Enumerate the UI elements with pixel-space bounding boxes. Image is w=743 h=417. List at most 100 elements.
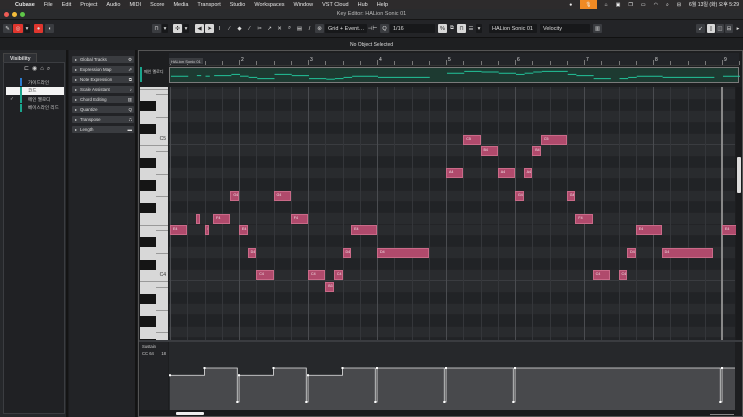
sustain-point[interactable] bbox=[445, 367, 447, 369]
inspector-section[interactable]: Scale Assistant ♪ bbox=[72, 86, 134, 93]
drum-tool-icon[interactable]: / bbox=[305, 24, 314, 33]
menu-app-cubase[interactable]: Cubase bbox=[15, 2, 35, 8]
sustain-point[interactable] bbox=[374, 401, 377, 403]
range-tool-icon[interactable]: I bbox=[215, 24, 224, 33]
sustain-point[interactable] bbox=[203, 367, 206, 369]
sustain-point[interactable] bbox=[236, 401, 239, 403]
chevron-down-icon[interactable]: ▾ bbox=[24, 24, 30, 33]
inspector-section[interactable]: Quantize Q bbox=[72, 106, 134, 113]
black-key[interactable] bbox=[140, 202, 156, 214]
visibility-track-item[interactable]: 코드 bbox=[6, 86, 64, 95]
menu-item[interactable]: Workspaces bbox=[254, 2, 284, 8]
erase-tool-icon[interactable]: ◆ bbox=[235, 24, 244, 33]
sustain-point[interactable] bbox=[514, 367, 516, 369]
midi-note[interactable]: A4 bbox=[523, 168, 533, 179]
midi-note[interactable]: A4 bbox=[446, 168, 464, 179]
chevron-down-icon[interactable]: ▾ bbox=[162, 24, 168, 33]
inspector-section[interactable]: Global Tracks ⚙ bbox=[72, 56, 134, 63]
display-icon[interactable]: ▣ bbox=[616, 2, 621, 8]
chevron-down-icon[interactable]: ▾ bbox=[183, 24, 189, 33]
sustain-point[interactable] bbox=[307, 374, 309, 377]
snap-icon[interactable]: ⊛ bbox=[315, 24, 324, 33]
menu-item[interactable]: VST Cloud bbox=[322, 2, 349, 8]
mute-tool-icon[interactable]: ✕ bbox=[275, 24, 284, 33]
sustain-point[interactable] bbox=[341, 367, 344, 369]
controller-select[interactable]: Velocity bbox=[540, 24, 590, 33]
horizontal-scrollbar[interactable] bbox=[139, 410, 742, 416]
note-grid[interactable]: E4F4E4F4G4E4D4C4G4F4C4B3C4D4E4D4A4C5B4A4… bbox=[169, 87, 741, 350]
midi-note[interactable]: E4 bbox=[239, 225, 248, 236]
menu-item[interactable]: Hub bbox=[358, 2, 368, 8]
grid-type-select[interactable]: Grid + Event… bbox=[325, 24, 367, 33]
record-button[interactable]: ● bbox=[34, 24, 43, 33]
clock[interactable]: 6월 13일 (화) 오후 5:29 bbox=[689, 1, 739, 8]
piano-keyboard[interactable]: C5 C4 bbox=[140, 87, 168, 340]
visibility-track-item[interactable]: 가이드라인 bbox=[6, 78, 64, 86]
midi-note[interactable]: D4 bbox=[342, 247, 352, 258]
lock-icon[interactable]: ⊓ bbox=[152, 24, 161, 33]
midi-note[interactable]: B4 bbox=[480, 145, 498, 156]
pointer-tool-icon[interactable]: ➤ bbox=[205, 24, 214, 33]
menu-item[interactable]: Project bbox=[80, 2, 97, 8]
visibility-track-item[interactable]: ✓ 메인 멜로디 bbox=[6, 95, 64, 103]
show-left-zone-icon[interactable]: ▯ bbox=[707, 24, 715, 33]
midi-note[interactable]: C4 bbox=[333, 270, 343, 281]
quantize-icon[interactable]: Q bbox=[380, 24, 389, 33]
track-select[interactable]: HALion Sonic 01 bbox=[489, 24, 537, 33]
midi-note[interactable]: A4 bbox=[497, 168, 515, 179]
sustain-point[interactable] bbox=[376, 367, 378, 369]
battery-icon[interactable]: ▭ bbox=[641, 2, 646, 8]
menu-item[interactable]: Audio bbox=[106, 2, 120, 8]
sustain-point[interactable] bbox=[305, 401, 308, 403]
ruler[interactable]: 2 3 4 5 6 7 8 9 bbox=[169, 53, 741, 66]
chevron-down-icon[interactable]: ▾ bbox=[476, 24, 482, 33]
part-overview[interactable] bbox=[169, 67, 741, 83]
setup-icon[interactable]: ▸ bbox=[734, 24, 742, 33]
collapse-icon[interactable]: ↙ bbox=[696, 24, 705, 33]
midi-note[interactable]: D4 bbox=[377, 247, 429, 258]
midi-note[interactable]: B4 bbox=[532, 145, 541, 156]
sustain-point[interactable] bbox=[443, 401, 446, 403]
airplay-icon[interactable]: ⌂ bbox=[605, 2, 608, 8]
autoscroll-icon[interactable]: ✣ bbox=[173, 24, 182, 33]
midi-note[interactable]: D4 bbox=[661, 247, 714, 258]
show-inspector-icon[interactable]: ◫ bbox=[716, 24, 724, 33]
iterative-icon[interactable]: ⊣⊢ bbox=[368, 24, 378, 33]
control-center-icon[interactable]: ⊟ bbox=[677, 2, 681, 8]
wifi-icon[interactable]: ◠ bbox=[654, 2, 658, 8]
sustain-point[interactable] bbox=[512, 401, 515, 403]
sustain-point[interactable] bbox=[719, 401, 722, 403]
midi-note[interactable]: E4 bbox=[351, 225, 377, 236]
playhead[interactable] bbox=[721, 87, 723, 340]
black-key[interactable] bbox=[140, 157, 156, 168]
midi-note[interactable]: C5 bbox=[540, 134, 567, 145]
show-lower-zone-icon[interactable]: ⊟ bbox=[725, 24, 733, 33]
window-icon[interactable]: ❐ bbox=[628, 2, 632, 8]
sustain-point[interactable] bbox=[272, 367, 275, 369]
step-input-icon[interactable]: ⊓ bbox=[457, 24, 466, 33]
midi-note[interactable]: C4 bbox=[618, 270, 628, 281]
midi-note[interactable]: E4 bbox=[204, 225, 209, 236]
inspector-section[interactable]: Chord Editing ▥ bbox=[72, 96, 134, 103]
midi-note[interactable]: G4 bbox=[566, 191, 576, 202]
lane-controller-name[interactable]: Sustain bbox=[142, 344, 166, 349]
draw-tool-icon[interactable]: ∕ bbox=[225, 24, 234, 33]
midi-note[interactable]: F4 bbox=[575, 213, 593, 224]
midi-note[interactable]: C5 bbox=[463, 134, 481, 145]
zoom-slider[interactable] bbox=[710, 414, 734, 415]
menu-item[interactable]: File bbox=[44, 2, 53, 8]
menu-item[interactable]: Studio bbox=[230, 2, 246, 8]
controller-lane-header[interactable]: Sustain CC 64 18 bbox=[140, 342, 168, 412]
sustain-point[interactable] bbox=[238, 374, 240, 377]
scroll-thumb[interactable] bbox=[737, 157, 741, 193]
controller-lane[interactable] bbox=[169, 342, 735, 412]
menu-item[interactable]: Score bbox=[150, 2, 164, 8]
tracks-icon[interactable]: ⊏ bbox=[24, 66, 32, 72]
split-tool-icon[interactable]: ✂ bbox=[255, 24, 264, 33]
midi-note[interactable]: E4 bbox=[635, 225, 662, 236]
midi-note[interactable]: G4 bbox=[273, 191, 291, 202]
scroll-thumb[interactable] bbox=[176, 412, 204, 415]
visibility-track-item[interactable]: 베이스라인 리드 bbox=[6, 103, 64, 112]
inspector-section[interactable]: Transpose ⎍ bbox=[72, 116, 134, 123]
black-key[interactable] bbox=[140, 101, 156, 112]
